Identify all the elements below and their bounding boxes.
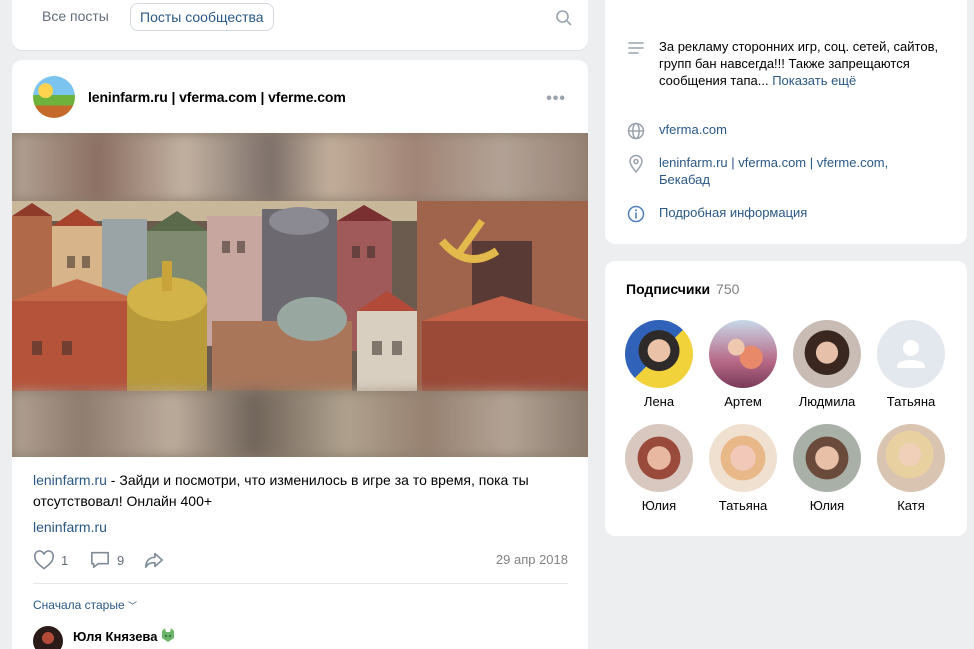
community-avatar[interactable] [33, 76, 75, 118]
subscribers-label: Подписчики [626, 281, 711, 297]
website-link[interactable]: vferma.com [659, 121, 939, 141]
tab-community-posts[interactable]: Посты сообщества [130, 3, 274, 31]
image-blur-top [12, 133, 588, 201]
subscriber-name: Юлия [641, 498, 677, 513]
subscriber[interactable]: Татьяна [701, 424, 785, 514]
subscribers-count: 750 [716, 281, 740, 297]
avatar [793, 424, 861, 492]
avatar [709, 320, 777, 388]
share-button[interactable] [143, 549, 171, 571]
sort-label: Сначала старые [33, 598, 125, 612]
post-author[interactable]: leninfarm.ru | vferma.com | vferme.com [88, 89, 346, 105]
description-row: За рекламу сторонних игр, соц. сетей, са… [626, 38, 939, 89]
subscriber[interactable]: Лена [617, 320, 701, 410]
subscriber[interactable]: Татьяна [869, 320, 953, 410]
subscribers-title[interactable]: Подписчики 750 [626, 281, 739, 297]
address-link[interactable]: leninfarm.ru | vferma.com | vferme.com, … [659, 154, 939, 188]
subscriber-name: Юлия [809, 498, 845, 513]
description-icon [626, 38, 646, 58]
subscriber-name: Татьяна [886, 394, 936, 409]
post-actions: 1 9 29 апр 2018 [33, 549, 568, 571]
share-icon [145, 552, 163, 569]
like-button[interactable]: 1 [33, 549, 68, 571]
description-text: За рекламу сторонних игр, соц. сетей, са… [659, 38, 939, 89]
comments-sort[interactable]: Сначала старые ﹀ [33, 598, 137, 612]
comment-author[interactable]: Юля Князева [73, 629, 157, 644]
website-row[interactable]: vferma.com [626, 121, 939, 141]
subscriber[interactable]: Людмила [785, 320, 869, 410]
image-blur-bottom [12, 391, 588, 457]
like-icon [33, 550, 55, 570]
like-count: 1 [61, 552, 69, 568]
subscriber[interactable]: Юлия [785, 424, 869, 514]
avatar [709, 424, 777, 492]
avatar[interactable] [33, 626, 63, 649]
city-illustration [12, 201, 588, 391]
subscriber-name: Катя [897, 498, 925, 513]
avatar [877, 424, 945, 492]
subscribers-block: Подписчики 750 Лена Артем Людмила Татьян… [605, 261, 967, 536]
post-text-body: - Зайди и посмотри, что изменилось в игр… [33, 472, 529, 509]
subscriber-name: Татьяна [718, 498, 768, 513]
post-text-link[interactable]: leninfarm.ru [33, 472, 107, 488]
address-row[interactable]: leninfarm.ru | vferma.com | vferme.com, … [626, 154, 939, 188]
details-row[interactable]: Подробная информация [626, 204, 939, 224]
more-icon[interactable]: ••• [546, 90, 566, 108]
info-icon [626, 204, 646, 224]
subscriber[interactable]: Юлия [617, 424, 701, 514]
location-icon [626, 154, 646, 174]
avatar [793, 320, 861, 388]
subscriber-name: Людмила [798, 394, 856, 409]
wall-tabs: Все посты Посты сообщества [12, 0, 588, 50]
post-link[interactable]: leninfarm.ru [33, 519, 107, 535]
avatar [625, 320, 693, 388]
avatar [625, 424, 693, 492]
post-date[interactable]: 29 апр 2018 [496, 552, 568, 567]
post: leninfarm.ru | vferma.com | vferme.com •… [12, 60, 588, 649]
default-avatar-icon [877, 320, 945, 388]
comment-count: 9 [117, 552, 125, 568]
comment-icon [91, 551, 109, 569]
wall-column: Все посты Посты сообщества leninfarm.ru … [12, 0, 588, 649]
comment-button[interactable]: 9 [89, 549, 124, 571]
community-info: За рекламу сторонних игр, соц. сетей, са… [605, 0, 967, 244]
globe-icon [626, 121, 646, 141]
subscriber-name: Лена [643, 394, 675, 409]
details-link[interactable]: Подробная информация [659, 204, 939, 224]
post-image[interactable] [12, 133, 588, 457]
chevron-down-icon: ﹀ [128, 601, 138, 611]
search-icon[interactable] [554, 8, 574, 28]
show-more-link[interactable]: Показать ещё [772, 73, 856, 88]
subscriber-name: Артем [724, 394, 762, 409]
tab-all-posts[interactable]: Все посты [33, 3, 118, 31]
subscriber[interactable]: Катя [869, 424, 953, 514]
post-text: leninfarm.ru - Зайди и посмотри, что изм… [33, 470, 563, 512]
cat-badge-icon [160, 627, 176, 643]
subscriber[interactable]: Артем [701, 320, 785, 410]
divider [33, 583, 568, 584]
